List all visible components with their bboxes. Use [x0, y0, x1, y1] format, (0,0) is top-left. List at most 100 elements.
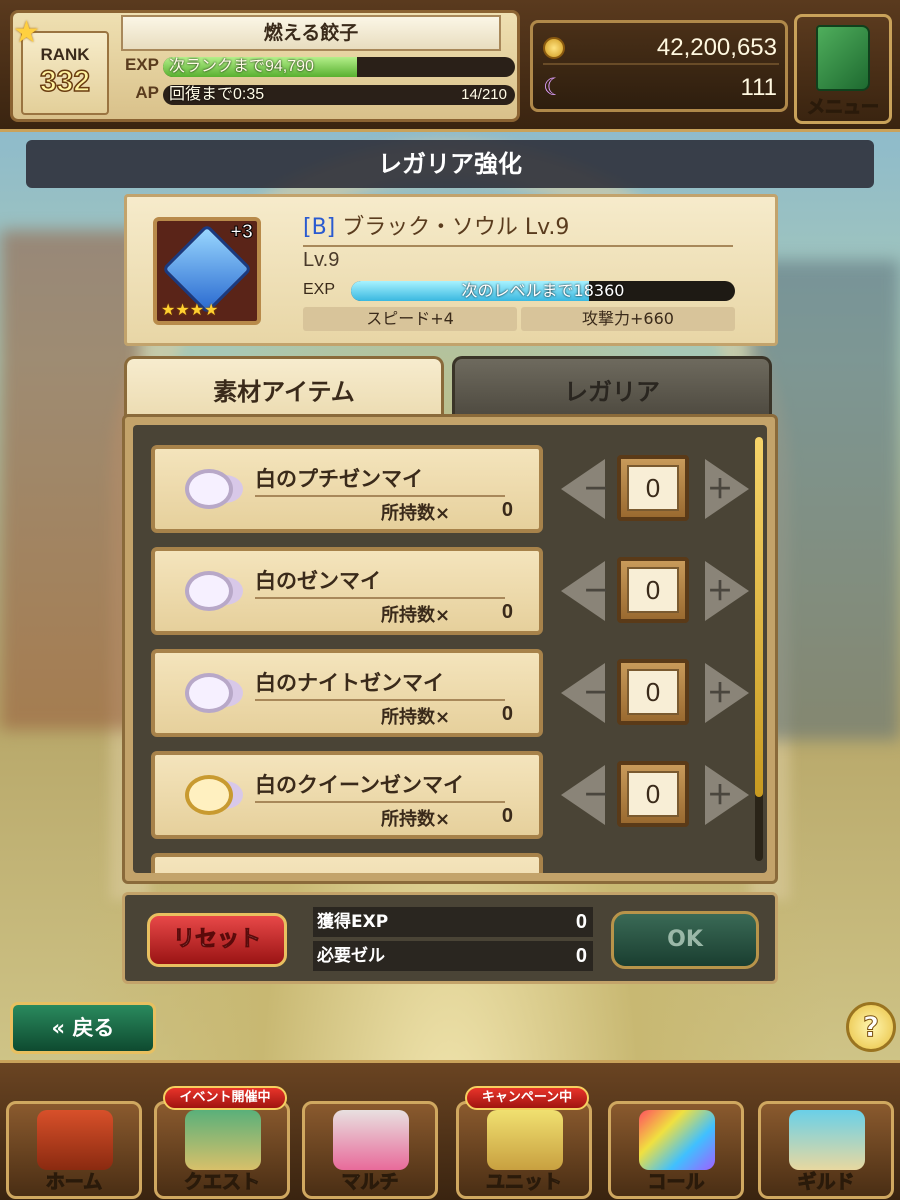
- nav-multi[interactable]: マルチ: [302, 1101, 438, 1199]
- owned-label: 所持数×: [381, 707, 451, 728]
- event-badge: イベント開催中: [163, 1086, 287, 1110]
- list-item: 白のプチゼンマイ 所持数× 0: [151, 445, 543, 533]
- gold-row: 42,200,653: [543, 31, 779, 65]
- material-name: 白のゼンマイ: [255, 565, 505, 599]
- campaign-badge: キャンペーン中: [465, 1086, 589, 1110]
- exp-row: EXP 次ランクまで94,790: [113, 55, 518, 79]
- tab-materials[interactable]: 素材アイテム: [124, 356, 444, 416]
- tab-regalia[interactable]: レガリア: [452, 356, 772, 416]
- minus-icon: －: [583, 679, 610, 709]
- help-button[interactable]: ?: [846, 1002, 896, 1052]
- regalia-rank-tag: [B]: [303, 215, 336, 240]
- regalia-icon-frame: +3 ★★★★: [153, 217, 261, 325]
- quantity-value: 0: [627, 465, 679, 511]
- double-chevron-left-icon: «: [51, 1016, 66, 1040]
- materials-list-panel: 白のプチゼンマイ 所持数× 0 － 0 ＋ 白のゼンマイ 所持数× 0 － 0 …: [122, 414, 778, 884]
- owned-label: 所持数×: [381, 809, 451, 830]
- currency-panel: 42,200,653 ☾ 111: [530, 20, 788, 112]
- knight-spring-icon: [185, 673, 233, 713]
- owned-label: 所持数×: [381, 605, 451, 626]
- reset-button[interactable]: リセット: [147, 913, 287, 967]
- regalia-exp-text: 次のレベルまで18360: [461, 281, 625, 300]
- minus-icon: －: [583, 781, 610, 811]
- regalia-plus: +3: [230, 221, 254, 244]
- cost-label: 必要ゼル: [317, 946, 385, 966]
- page-title: レガリア強化: [26, 140, 874, 188]
- list-item: 白のゼンマイ 所持数× 0: [151, 547, 543, 635]
- back-label: 戻る: [72, 1016, 115, 1040]
- exp-bar: 次ランクまで94,790: [163, 57, 515, 77]
- materials-list[interactable]: 白のプチゼンマイ 所持数× 0 － 0 ＋ 白のゼンマイ 所持数× 0 － 0 …: [133, 425, 767, 873]
- gain-exp-row: 獲得EXP 0: [313, 907, 593, 937]
- exp-label: EXP: [124, 55, 159, 74]
- bonus-speed: スピード+4: [303, 307, 517, 331]
- plus-icon: ＋: [707, 577, 734, 607]
- nav-quest[interactable]: イベント開催中 クエスト: [154, 1086, 290, 1199]
- unit-character-icon: [487, 1110, 563, 1170]
- gain-exp-value: 0: [575, 911, 587, 933]
- ok-button[interactable]: OK: [611, 911, 759, 969]
- rank-star-icon: ★: [13, 15, 40, 50]
- list-item: 白のクイーンゼンマイ 所持数× 0: [151, 751, 543, 839]
- owned-count: 0: [501, 703, 513, 725]
- minus-icon: －: [583, 577, 610, 607]
- owned-count: 0: [501, 499, 513, 521]
- regalia-exp-label: EXP: [303, 281, 336, 298]
- plus-icon: ＋: [707, 781, 734, 811]
- owned-count: 0: [501, 601, 513, 623]
- quantity-value: 0: [627, 771, 679, 817]
- exp-remaining-text: 次ランクまで94,790: [169, 58, 314, 75]
- cost-value: 0: [575, 945, 587, 967]
- spring-icon: [185, 571, 233, 611]
- background-building-left: [0, 230, 140, 730]
- gain-exp-label: 獲得EXP: [317, 912, 389, 932]
- nav-guild[interactable]: ギルド: [758, 1101, 894, 1199]
- gold-value: 42,200,653: [656, 34, 777, 61]
- regalia-info-panel: +3 ★★★★ [B] ブラック・ソウル Lv.9 Lv.9 EXP 次のレベル…: [124, 194, 778, 346]
- cost-row: 必要ゼル 0: [313, 941, 593, 971]
- quantity-value: 0: [627, 567, 679, 613]
- nav-call[interactable]: コール: [608, 1101, 744, 1199]
- regalia-exp-bar: 次のレベルまで18360: [351, 281, 735, 301]
- ap-bar: 回復まで0:35 14/210: [163, 85, 515, 105]
- rank-value: 332: [39, 64, 91, 99]
- quantity-stepper: 0: [617, 761, 689, 827]
- nav-call-label: コール: [647, 1171, 705, 1194]
- scrollbar-thumb[interactable]: [755, 437, 763, 797]
- list-item: 白のナイトゼンマイ 所持数× 0: [151, 649, 543, 737]
- ap-recovery-text: 回復まで0:35: [169, 86, 265, 103]
- quantity-stepper: 0: [617, 455, 689, 521]
- material-name: 白のプチゼンマイ: [255, 463, 505, 497]
- nav-home-label: ホーム: [45, 1171, 103, 1194]
- castle-icon: [789, 1110, 865, 1170]
- plus-icon: ＋: [707, 679, 734, 709]
- scrollbar[interactable]: [755, 437, 763, 861]
- minus-icon: －: [583, 475, 610, 505]
- nav-home[interactable]: ホーム: [6, 1101, 142, 1199]
- rarity-stars: ★★★★: [161, 300, 219, 319]
- player-name: 燃える餃子: [121, 15, 501, 51]
- player-status-panel: ★ RANK 332 燃える餃子 EXP 次ランクまで94,790 AP 回復ま…: [10, 10, 520, 122]
- moon-row: ☾ 111: [543, 71, 779, 105]
- ap-row: AP 回復まで0:35 14/210: [113, 83, 518, 107]
- material-name: 白のナイトゼンマイ: [255, 667, 505, 701]
- nav-unit[interactable]: キャンペーン中 ユニット: [456, 1086, 592, 1199]
- nav-multi-label: マルチ: [341, 1171, 399, 1194]
- owned-label: 所持数×: [381, 503, 451, 524]
- menu-button[interactable]: メニュー: [794, 14, 892, 124]
- enhance-summary-panel: リセット 獲得EXP 0 必要ゼル 0 OK: [122, 892, 778, 984]
- list-item-partial: [151, 853, 543, 873]
- back-button[interactable]: « 戻る: [10, 1002, 156, 1054]
- gate-icon: [185, 1110, 261, 1170]
- coin-icon: [543, 37, 565, 59]
- quantity-stepper: 0: [617, 659, 689, 725]
- bottom-nav: ホーム イベント開催中 クエスト マルチ キャンペーン中 ユニット コール ギル…: [0, 1060, 900, 1200]
- rank-badge: ★ RANK 332: [13, 15, 109, 115]
- quantity-value: 0: [627, 669, 679, 715]
- small-spring-icon: [185, 469, 233, 509]
- nav-unit-label: ユニット: [485, 1171, 562, 1194]
- regalia-name-text: ブラック・ソウル Lv.9: [335, 215, 570, 240]
- menu-label: メニュー: [807, 97, 880, 119]
- quantity-stepper: 0: [617, 557, 689, 623]
- characters-icon: [333, 1110, 409, 1170]
